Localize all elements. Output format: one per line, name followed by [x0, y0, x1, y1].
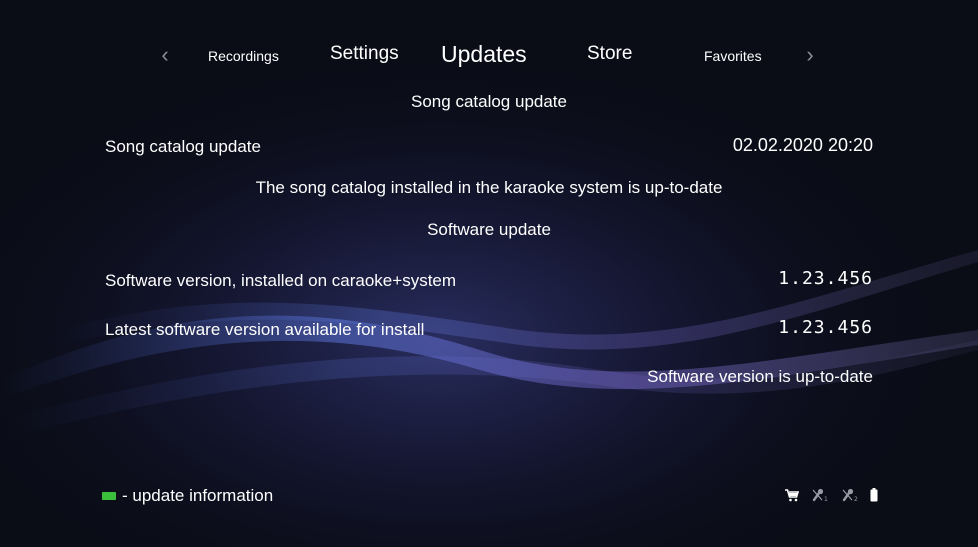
tab-settings[interactable]: Settings	[330, 38, 399, 68]
cart-icon	[784, 488, 800, 507]
tab-recordings[interactable]: Recordings	[208, 38, 279, 68]
catalog-update-label: Song catalog update	[105, 137, 261, 156]
tab-store[interactable]: Store	[587, 38, 632, 68]
chevron-left-icon[interactable]: ‹	[155, 42, 175, 68]
catalog-section-title: Song catalog update	[411, 92, 567, 111]
legend-text: - update information	[122, 486, 274, 505]
chevron-right-icon[interactable]: ›	[800, 42, 820, 68]
battery-icon	[870, 488, 878, 507]
update-indicator-swatch	[102, 492, 116, 500]
microphone-1-muted-icon: 1	[810, 488, 830, 507]
installed-version-value: 1.23.456	[778, 268, 873, 289]
catalog-status: The song catalog installed in the karaok…	[255, 178, 723, 197]
software-status: Software version is up-to-date	[647, 367, 873, 386]
svg-text:2: 2	[854, 496, 858, 502]
installed-version-label: Software version, installed on caraoke+s…	[105, 271, 457, 290]
latest-version-label: Latest software version available for in…	[105, 320, 425, 339]
legend: - update information	[102, 486, 273, 506]
tab-updates[interactable]: Updates	[441, 38, 527, 68]
status-bar: 1 2	[784, 488, 878, 507]
catalog-update-date: 02.02.2020 20:20	[732, 135, 873, 155]
latest-version-value: 1.23.456	[778, 317, 873, 338]
software-section-title: Software update	[427, 220, 551, 239]
tab-favorites[interactable]: Favorites	[704, 38, 762, 68]
svg-text:1: 1	[824, 496, 828, 502]
microphone-2-muted-icon: 2	[840, 488, 860, 507]
